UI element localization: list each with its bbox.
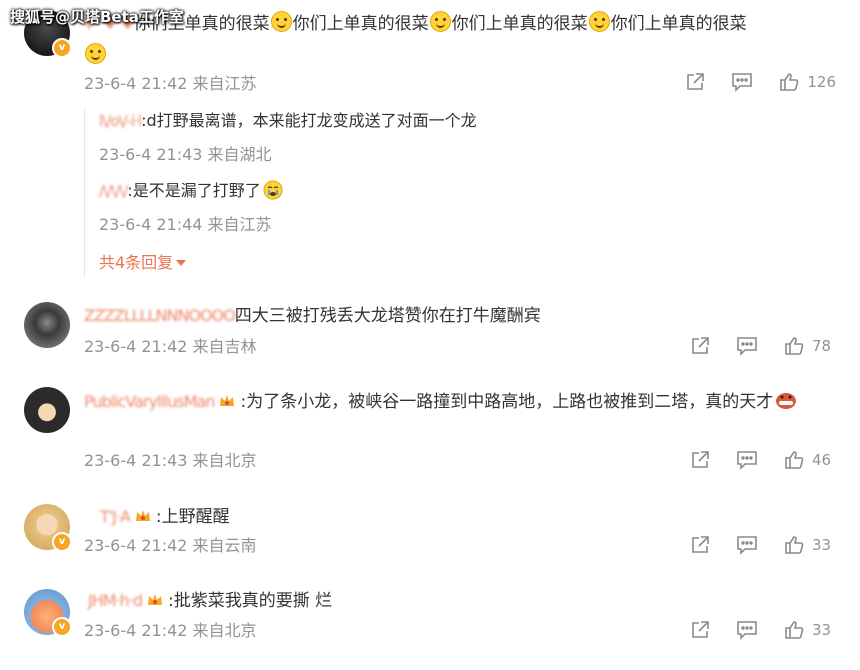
like-count: 46 (812, 451, 832, 469)
share-icon (692, 621, 709, 638)
comment-icon (737, 337, 757, 356)
more-replies-label: 共4条回复 (99, 253, 174, 272)
share-icon (692, 536, 709, 553)
comment-text: 你们上单真的很菜 (292, 14, 429, 34)
comment-username[interactable]: PublicVarylllusMan (84, 386, 215, 418)
comment-icon (737, 536, 757, 555)
caret-down-icon (176, 260, 187, 266)
thumbs-up-icon (785, 337, 804, 355)
comment-meta: 23-6-4 21:42 来自云南 (84, 536, 257, 555)
thumbs-up-icon (785, 451, 804, 469)
comment-text: :为了条小龙，被峡谷一路撞到中路高地，上路也被推到二塔，真的天才 (240, 392, 774, 412)
comment-username[interactable]: ZZZZLLLLNNNOOOO (84, 300, 236, 332)
reply-text: :是不是漏了打野了 (127, 181, 261, 200)
verified-badge-icon: v (52, 532, 72, 552)
smile-emoji-icon (588, 11, 610, 32)
crown-badge-icon (148, 594, 163, 605)
like-button[interactable]: 33 (784, 535, 836, 555)
comment-actions: 33 (664, 535, 836, 555)
share-button[interactable] (690, 620, 710, 640)
share-button[interactable] (690, 336, 710, 356)
like-count: 78 (812, 337, 832, 355)
comment-text: 你们上单真的很菜 (451, 14, 588, 34)
avatar[interactable]: v (24, 589, 72, 637)
share-icon (692, 451, 709, 468)
thumbs-up-icon (785, 621, 804, 639)
crown-badge-icon (135, 510, 150, 521)
crying-emoji-icon (263, 180, 283, 200)
comment-actions: 126 (659, 72, 836, 92)
comment-text: 你们上单真的很菜 (610, 14, 747, 34)
comment-text: :上野醒醒 (155, 507, 230, 527)
like-count: 33 (812, 621, 832, 639)
comment-actions: 78 (664, 336, 836, 356)
crown-badge-icon (220, 395, 235, 406)
comment-button[interactable] (736, 336, 758, 356)
share-button[interactable] (690, 450, 710, 470)
share-icon (692, 337, 709, 354)
comment-meta: 23-6-4 21:42 来自吉林 (84, 337, 257, 356)
angry-face-emoji-icon (776, 393, 797, 409)
comment-icon (737, 451, 757, 470)
like-count: 33 (812, 536, 832, 554)
like-button[interactable]: 33 (784, 620, 836, 640)
comment-text: 四大三被打残丢大龙塔赞你在打牛魔酬宾 (234, 306, 541, 326)
comment-meta: 23-6-4 21:43 来自北京 (84, 451, 257, 470)
like-button[interactable]: 46 (784, 450, 836, 470)
comment-button[interactable] (736, 450, 758, 470)
avatar[interactable] (24, 387, 70, 433)
comment-actions: 46 (664, 450, 836, 470)
verified-badge-icon: v (52, 617, 72, 637)
like-button[interactable]: 126 (779, 72, 836, 92)
reply-thread: l\/o\/-i·l:d打野最离谱，本来能打龙变成送了对面一个龙 23-6-4 … (84, 108, 825, 278)
thumbs-up-icon (785, 536, 804, 554)
reply-meta: 23-6-4 21:44 来自江苏 (99, 215, 272, 234)
reply-item: /\/\/\/:是不是漏了打野了 (99, 178, 283, 204)
comment-icon (737, 621, 757, 640)
more-replies-link[interactable]: 共4条回复 (99, 249, 187, 273)
comment-username[interactable]: JHM·h·d (88, 585, 143, 617)
share-button[interactable] (685, 72, 705, 92)
like-button[interactable]: 78 (784, 336, 836, 356)
reply-meta: 23-6-4 21:43 来自湖北 (99, 145, 272, 164)
reply-username[interactable]: /\/\/\/ (99, 178, 128, 204)
reply-username[interactable]: l\/o\/-i·l (99, 108, 142, 134)
comment-button[interactable] (736, 620, 758, 640)
reply-text: :d打野最离谱，本来能打龙变成送了对面一个龙 (141, 111, 477, 130)
avatar[interactable] (24, 302, 70, 348)
reply-item: l\/o\/-i·l:d打野最离谱，本来能打龙变成送了对面一个龙 (99, 108, 477, 134)
thumbs-up-icon (780, 73, 799, 91)
smile-emoji-icon (429, 11, 451, 32)
share-button[interactable] (690, 535, 710, 555)
verified-badge-icon: v (52, 38, 72, 58)
smile-emoji-icon (270, 11, 292, 32)
watermark-text: 搜狐号@贝塔Beta工作室 (10, 8, 184, 26)
comment-icon (732, 73, 753, 92)
share-icon (687, 73, 705, 90)
like-count: 126 (807, 73, 836, 91)
comment-actions: 33 (664, 620, 836, 640)
comment-username[interactable]: T'J·A (100, 501, 131, 533)
smile-emoji-icon (85, 43, 106, 64)
comment-meta: 23-6-4 21:42 来自江苏 (84, 74, 257, 93)
comment-button[interactable] (731, 72, 753, 92)
comment-meta: 23-6-4 21:42 来自北京 (84, 621, 257, 640)
avatar[interactable]: v (24, 504, 72, 552)
comment-text: :批紫菜我真的要撕 烂 (168, 591, 333, 611)
comment-button[interactable] (736, 535, 758, 555)
